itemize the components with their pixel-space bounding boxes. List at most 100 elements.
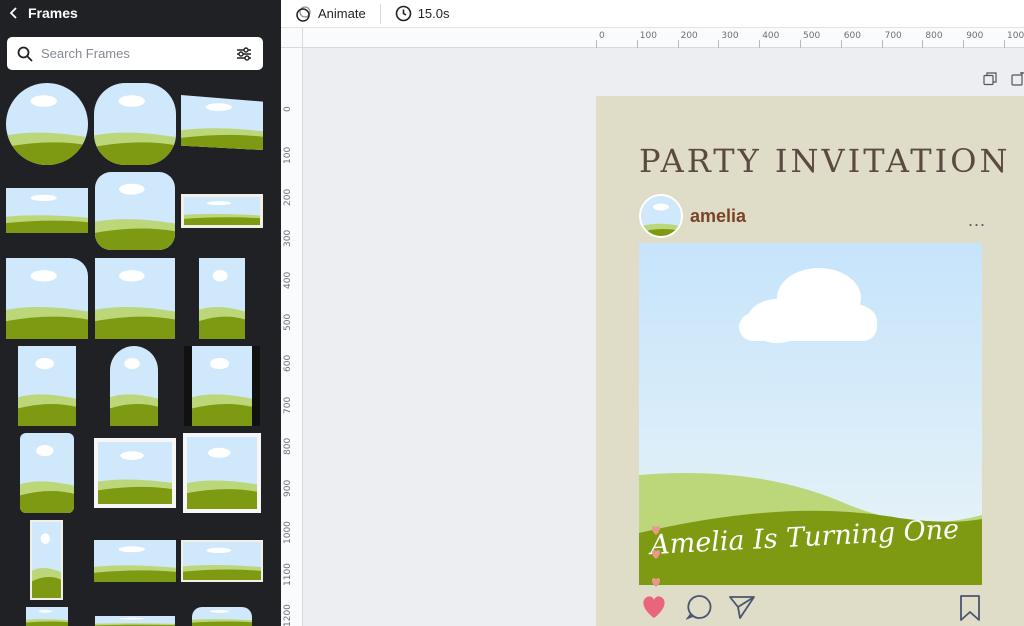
duplicate-page-icon[interactable]	[983, 72, 997, 86]
frame-scene	[6, 83, 88, 165]
invitation-title[interactable]: PARTY INVITATION	[639, 142, 1010, 180]
comment-icon[interactable]	[686, 594, 712, 620]
frame-scene	[20, 433, 74, 513]
ruler-label: 300	[721, 31, 739, 41]
ruler-label: 400	[762, 31, 780, 41]
add-page-icon[interactable]	[1011, 72, 1024, 86]
frame-partial-2[interactable]	[95, 616, 175, 626]
animate-icon	[296, 5, 311, 22]
animate-label: Animate	[318, 6, 366, 21]
heart-icon[interactable]	[640, 594, 668, 620]
ruler-label: 100	[283, 146, 293, 165]
ruler-label: 800	[925, 31, 943, 41]
frame-scene	[94, 540, 176, 582]
frame-scene	[95, 616, 175, 626]
frame-polaroid-tall[interactable]	[183, 433, 261, 513]
ruler-label: 500	[283, 313, 293, 331]
frame-film-strip-2[interactable]	[181, 194, 263, 228]
frame-scene	[6, 188, 88, 233]
ruler-label: 200	[680, 31, 698, 41]
ruler-label: 600	[843, 31, 861, 41]
more-options-icon[interactable]: ...	[968, 210, 986, 231]
bookmark-icon[interactable]	[958, 594, 982, 622]
frame-scene	[192, 346, 252, 426]
frame-rounded-square[interactable]	[95, 172, 175, 250]
ruler-tick	[596, 40, 597, 48]
frame-scene	[95, 172, 175, 250]
clock-icon	[395, 5, 412, 22]
page-actions	[983, 72, 1024, 86]
panel-title: Frames	[28, 5, 78, 21]
ruler-label: 300	[283, 230, 293, 248]
frame-torn-paper-portrait[interactable]	[18, 346, 76, 426]
ruler-label: 0	[283, 105, 293, 112]
frame-scalloped[interactable]	[94, 83, 176, 165]
ruler-label: 1000	[283, 521, 293, 544]
floating-hearts-icon	[651, 526, 661, 587]
duration-label: 15.0s	[417, 6, 450, 21]
ruler-tick	[718, 40, 720, 48]
ruler-label: 200	[283, 188, 293, 206]
search-bar	[7, 37, 263, 70]
frame-torn-paper-square[interactable]	[95, 258, 175, 339]
back-to-elements-button[interactable]: Frames	[8, 3, 78, 23]
frame-two-stack[interactable]	[30, 520, 63, 600]
ruler-corner	[281, 28, 303, 48]
frame-circle[interactable]	[6, 83, 88, 165]
editor-toolbar: Animate 15.0s	[281, 0, 1024, 28]
filter-icon[interactable]	[235, 46, 253, 62]
frame-partial-1[interactable]	[26, 607, 68, 626]
ruler-tick	[677, 40, 679, 48]
frame-scene	[98, 442, 172, 504]
ruler-label: 1100	[283, 562, 293, 586]
frame-scene	[110, 346, 158, 426]
frame-scene	[94, 83, 176, 165]
frame-scene	[26, 607, 68, 626]
ruler-tick	[881, 40, 883, 48]
avatar[interactable]	[639, 194, 683, 238]
frame-film-strip-3[interactable]	[94, 540, 176, 582]
ruler-label: 700	[283, 396, 293, 414]
ruler-tick	[840, 40, 842, 48]
ruler-tick	[800, 40, 801, 48]
username[interactable]: amelia	[690, 206, 746, 227]
ruler-label: 400	[283, 271, 293, 289]
ruler-label: 1000	[1007, 31, 1024, 41]
frame-triptych[interactable]	[181, 540, 263, 582]
ruler-label: 100	[639, 31, 657, 41]
frame-skewed-rectangle[interactable]	[181, 95, 263, 150]
frame-scene	[6, 258, 88, 339]
frame-scene	[181, 95, 263, 150]
ruler-tick	[636, 40, 638, 48]
frame-partial-3[interactable]	[192, 607, 252, 626]
ruler-label: 700	[884, 31, 902, 41]
frame-rounded-corner[interactable]	[6, 258, 88, 339]
frame-scene	[183, 542, 261, 580]
timing-button[interactable]: 15.0s	[395, 5, 450, 22]
ruler-horizontal[interactable]: 0 100 200 300 400 500 600 700 800 900 1000	[303, 28, 1024, 48]
frame-polaroid-square[interactable]	[94, 438, 176, 508]
frame-scene	[32, 522, 61, 598]
frame-scene	[184, 197, 260, 225]
frame-rectangle-wide[interactable]	[6, 188, 88, 233]
ruler-tick	[922, 40, 924, 48]
frame-scene	[192, 607, 252, 626]
frame-film-reel[interactable]	[184, 346, 260, 426]
ruler-tick	[963, 40, 965, 48]
frame-scene	[187, 437, 257, 509]
frame-rounded-portrait[interactable]	[20, 433, 74, 513]
ruler-label: 900	[966, 31, 984, 41]
ruler-tick	[759, 40, 761, 48]
chevron-left-icon	[9, 7, 17, 19]
frame-torn-paper-tall[interactable]	[199, 258, 245, 339]
ruler-vertical[interactable]: 0 100 200 300 400 500 600 700 800 900 1000 1100 1200	[281, 48, 303, 626]
ruler-label: 1200	[283, 604, 293, 626]
ruler-label: 500	[803, 31, 821, 41]
frames-panel: Frames	[0, 0, 281, 626]
frame-arch[interactable]	[110, 346, 158, 426]
toolbar-divider	[379, 3, 381, 24]
animate-button[interactable]: Animate	[294, 5, 366, 23]
share-icon[interactable]	[728, 594, 756, 620]
search-input[interactable]	[41, 46, 235, 61]
ruler-label: 0	[599, 31, 605, 41]
